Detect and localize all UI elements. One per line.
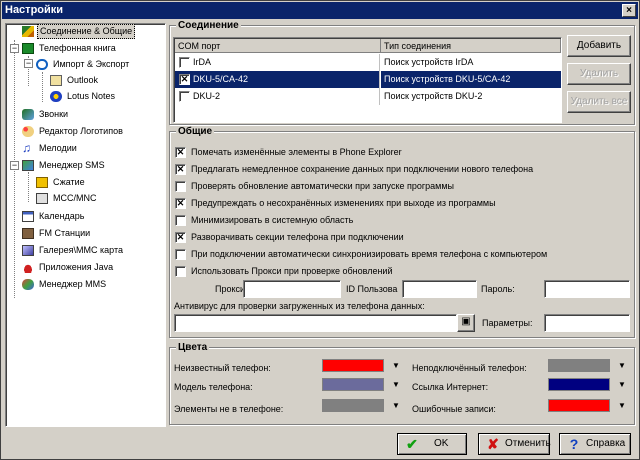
settings-tree[interactable]: − − − Соединение & Общие Телефонная книг… bbox=[5, 23, 166, 427]
phonebook-icon bbox=[22, 43, 34, 54]
option-checkbox[interactable] bbox=[175, 266, 186, 277]
user-id-field[interactable] bbox=[402, 280, 477, 298]
option-checkbox[interactable] bbox=[175, 215, 186, 226]
chevron-down-icon[interactable]: ▼ bbox=[618, 379, 626, 391]
row-checkbox-dku2[interactable] bbox=[179, 91, 190, 102]
color-swatch-error-records[interactable] bbox=[548, 399, 610, 412]
settings-window: Настройки × − − − Соединение & Общие Тел… bbox=[0, 0, 640, 460]
option-checkbox[interactable]: ✕ bbox=[175, 147, 186, 158]
help-button[interactable]: ? Справка bbox=[559, 433, 631, 455]
compression-icon bbox=[36, 177, 48, 188]
option-checkbox[interactable] bbox=[175, 181, 186, 192]
sms-icon bbox=[22, 160, 34, 171]
cancel-button[interactable]: ✘ Отменить bbox=[478, 433, 551, 455]
params-label: Параметры: bbox=[482, 318, 533, 328]
chevron-down-icon[interactable]: ▼ bbox=[392, 400, 400, 412]
color-label-internet-link: Ссылка Интернет: bbox=[412, 382, 489, 392]
chevron-down-icon[interactable]: ▼ bbox=[618, 360, 626, 372]
tree-item-fm-stations[interactable]: FM Станции bbox=[6, 226, 164, 241]
color-label-disconnected-phone: Неподключённый телефон: bbox=[412, 363, 527, 373]
java-cup-icon bbox=[22, 262, 34, 273]
tree-item-java-apps[interactable]: Приложения Java bbox=[6, 260, 164, 275]
chevron-down-icon[interactable]: ▼ bbox=[618, 400, 626, 412]
row-checkbox-irda[interactable] bbox=[179, 57, 190, 68]
help-icon: ? bbox=[569, 436, 579, 452]
palette-icon bbox=[22, 126, 34, 137]
outlook-icon bbox=[50, 75, 62, 86]
folder-icon[interactable]: ▣ bbox=[457, 314, 475, 332]
tree-item-connection[interactable]: Соединение & Общие bbox=[6, 24, 164, 39]
tree-item-lotus-notes[interactable]: Lotus Notes bbox=[6, 89, 164, 104]
close-icon[interactable]: × bbox=[622, 4, 636, 17]
music-note-icon: ♫ bbox=[22, 141, 31, 155]
window-title: Настройки bbox=[5, 4, 64, 16]
tree-item-mms-manager[interactable]: Менеджер MMS bbox=[6, 277, 164, 292]
radio-icon bbox=[22, 228, 34, 239]
gallery-icon bbox=[22, 245, 34, 256]
column-header-com-port[interactable]: COM порт bbox=[175, 39, 381, 53]
proxy-field[interactable] bbox=[243, 280, 341, 298]
antivirus-label: Антивирус для проверки загруженных из те… bbox=[174, 301, 425, 311]
color-swatch-unknown-phone[interactable] bbox=[322, 359, 384, 372]
tree-item-outlook[interactable]: Outlook bbox=[6, 73, 164, 88]
connection-table[interactable]: COM порт Тип соединения IrDA Поиск устро… bbox=[173, 37, 562, 123]
color-swatch-disconnected-phone[interactable] bbox=[548, 359, 610, 372]
user-id-label: ID Пользова bbox=[346, 284, 398, 294]
delete-button[interactable]: Удалить bbox=[567, 63, 631, 85]
tree-item-import-export[interactable]: Импорт & Экспорт bbox=[6, 57, 164, 72]
tree-item-compression[interactable]: Сжатие bbox=[6, 175, 164, 190]
cross-icon: ✘ bbox=[487, 436, 499, 452]
tree-item-mcc-mnc[interactable]: MCC/MNC bbox=[6, 191, 164, 206]
checkmark-icon: ✔ bbox=[406, 436, 418, 452]
delete-all-button[interactable]: Удалить все bbox=[567, 91, 631, 113]
color-swatch-phone-model[interactable] bbox=[322, 378, 384, 391]
option-checkbox[interactable]: ✕ bbox=[175, 198, 186, 209]
table-row[interactable]: IrDA Поиск устройств IrDA bbox=[175, 54, 561, 71]
connection-group-title: Соединение bbox=[176, 20, 241, 31]
params-field[interactable] bbox=[544, 314, 630, 332]
tree-item-gallery[interactable]: Галерея\MMC карта bbox=[6, 243, 164, 258]
title-bar: Настройки × bbox=[2, 2, 638, 19]
option-checkbox[interactable]: ✕ bbox=[175, 164, 186, 175]
calls-icon bbox=[22, 109, 34, 120]
color-label-error-records: Ошибочные записи: bbox=[412, 404, 496, 414]
table-row[interactable]: DKU-2 Поиск устройств DKU-2 bbox=[175, 88, 561, 105]
monitor-icon bbox=[36, 193, 48, 204]
color-swatch-not-in-phone[interactable] bbox=[322, 399, 384, 412]
antivirus-path-field[interactable] bbox=[174, 314, 457, 332]
tree-item-sms-manager[interactable]: Менеджер SMS bbox=[6, 158, 164, 173]
chevron-down-icon[interactable]: ▼ bbox=[392, 360, 400, 372]
option-checkbox[interactable] bbox=[175, 249, 186, 260]
pen-icon bbox=[22, 26, 34, 37]
tree-item-calls[interactable]: Звонки bbox=[6, 107, 164, 122]
import-export-icon bbox=[36, 59, 48, 70]
chevron-down-icon[interactable]: ▼ bbox=[392, 379, 400, 391]
table-row[interactable]: ✕ DKU-5/CA-42 Поиск устройств DKU-5/CA-42 bbox=[175, 71, 561, 88]
color-swatch-internet-link[interactable] bbox=[548, 378, 610, 391]
color-label-phone-model: Модель телефона: bbox=[174, 382, 253, 392]
tree-item-melodies[interactable]: ♫ Мелодии bbox=[6, 141, 164, 156]
mms-icon bbox=[22, 279, 34, 290]
color-label-not-in-phone: Элементы не в телефоне: bbox=[174, 404, 284, 414]
general-group-title: Общие bbox=[176, 126, 215, 137]
color-label-unknown-phone: Неизвестный телефон: bbox=[174, 363, 271, 373]
ok-button[interactable]: ✔ OK bbox=[397, 433, 467, 455]
row-checkbox-dku5[interactable]: ✕ bbox=[179, 74, 190, 85]
add-button[interactable]: Добавить bbox=[567, 35, 631, 57]
colors-group-title: Цвета bbox=[176, 342, 210, 353]
password-label: Пароль: bbox=[481, 284, 515, 294]
tree-item-phonebook[interactable]: Телефонная книга bbox=[6, 41, 164, 56]
password-field[interactable] bbox=[544, 280, 630, 298]
tree-item-calendar[interactable]: Календарь bbox=[6, 209, 164, 224]
tree-item-logo-editor[interactable]: Редактор Логотипов bbox=[6, 124, 164, 139]
lotus-notes-icon bbox=[50, 91, 62, 102]
option-checkbox[interactable]: ✕ bbox=[175, 232, 186, 243]
calendar-icon bbox=[22, 211, 34, 222]
column-header-connection-type[interactable]: Тип соединения bbox=[381, 39, 561, 53]
